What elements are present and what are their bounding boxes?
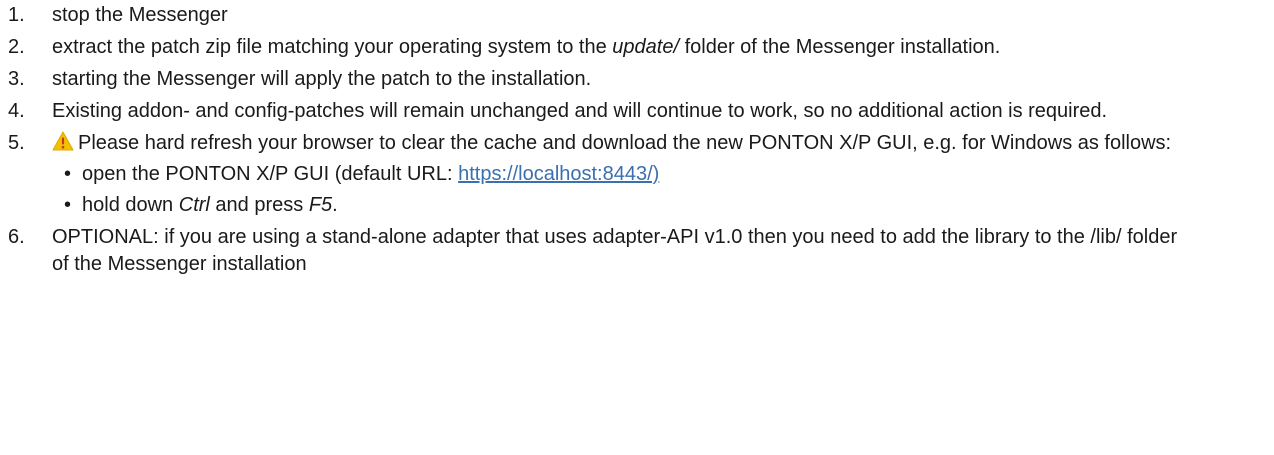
default-url-link[interactable]: https://localhost:8443/) bbox=[458, 163, 659, 185]
instruction-list: 1. stop the Messenger 2. extract the pat… bbox=[0, 0, 1274, 278]
step-text: Please hard refresh your browser to clea… bbox=[52, 131, 1172, 154]
step-number: 1. bbox=[8, 4, 25, 26]
key-name: Ctrl bbox=[178, 194, 210, 216]
list-item-step-6: 6. OPTIONAL: if you are using a stand-al… bbox=[0, 224, 1192, 278]
sub-list: • open the PONTON X/P GUI (default URL: … bbox=[52, 161, 1192, 219]
bullet: • bbox=[64, 194, 72, 216]
step-text: stop the Messenger bbox=[52, 4, 228, 26]
step-number: 5. bbox=[8, 132, 25, 154]
list-item-step-3: 3. starting the Messenger will apply the… bbox=[0, 66, 1192, 93]
sub-text: open the PONTON X/P GUI (default URL: bbox=[82, 163, 459, 185]
step-text: extract the patch zip file matching your… bbox=[52, 36, 1000, 58]
bullet: • bbox=[64, 163, 72, 185]
step-text-part: folder of the Messenger installation. bbox=[679, 36, 1001, 58]
sub-text: and press bbox=[209, 194, 309, 216]
step-text: starting the Messenger will apply the pa… bbox=[52, 68, 592, 90]
sub-text: hold down bbox=[82, 194, 179, 216]
list-item-step-4: 4. Existing addon- and config-patches wi… bbox=[0, 98, 1192, 125]
list-item-step-2: 2. extract the patch zip file matching y… bbox=[0, 34, 1192, 61]
step-text: Existing addon- and config-patches will … bbox=[52, 100, 1108, 122]
list-item-step-5: 5. Please hard refresh your browser to c… bbox=[0, 130, 1192, 219]
sub-list-item: • open the PONTON X/P GUI (default URL: … bbox=[52, 161, 1192, 188]
folder-name: update/ bbox=[612, 36, 680, 58]
step-number: 6. bbox=[8, 226, 25, 248]
list-item-step-1: 1. stop the Messenger bbox=[0, 2, 1192, 29]
step-number: 2. bbox=[8, 36, 25, 58]
step-text: OPTIONAL: if you are using a stand-alone… bbox=[52, 226, 1178, 275]
warning-icon bbox=[52, 131, 74, 151]
sub-list-item: • hold down Ctrl and press F5. bbox=[52, 192, 1192, 219]
step-number: 4. bbox=[8, 100, 25, 122]
step-text-part: extract the patch zip file matching your… bbox=[52, 36, 613, 58]
step-text-part: Please hard refresh your browser to clea… bbox=[78, 132, 1172, 154]
key-name: F5 bbox=[308, 194, 333, 216]
step-number: 3. bbox=[8, 68, 25, 90]
sub-text: . bbox=[332, 194, 338, 216]
